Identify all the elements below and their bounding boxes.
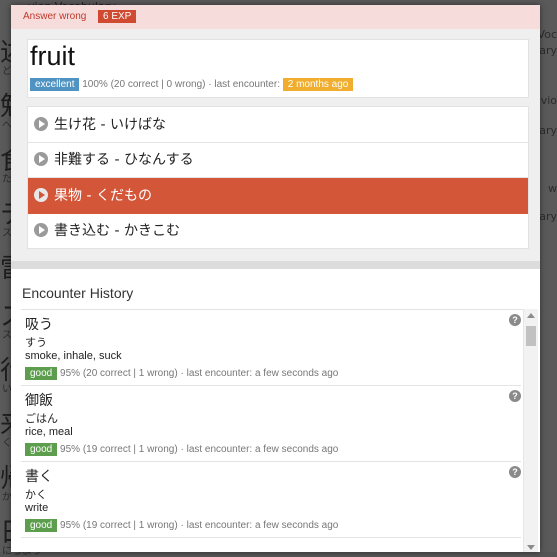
last-encounter-text: last encounter: a few seconds ago [186, 520, 339, 531]
answer-option[interactable]: 非難する - ひなんする [28, 142, 528, 178]
last-encounter-text: last encounter: a few seconds ago [186, 368, 339, 379]
entry-meaning: write [25, 502, 49, 514]
section-divider [11, 261, 540, 269]
exp-badge: 6 EXP [98, 10, 137, 23]
word-card: fruit excellent 100% (20 correct | 0 wro… [27, 39, 529, 98]
stats-text: 95% (20 correct | 1 wrong) [60, 368, 178, 379]
question-circle-icon[interactable]: ? [509, 390, 521, 402]
result-status: Answer wrong [23, 11, 87, 22]
answer-option-label: 書き込む - かきこむ [54, 223, 180, 239]
scroll-down-arrow-icon[interactable] [527, 545, 535, 550]
history-scrollbar[interactable] [523, 309, 538, 552]
mastery-badge: excellent [30, 78, 80, 91]
separator: · [180, 444, 184, 455]
play-circle-icon [34, 152, 48, 166]
scroll-thumb[interactable] [526, 326, 536, 346]
entry-stats: good 95% (20 correct | 1 wrong) · last e… [25, 367, 338, 380]
result-banner: Answer wrong 6 EXP [11, 5, 540, 29]
mastery-badge: good [25, 367, 58, 380]
entry-stats: good 95% (19 correct | 1 wrong) · last e… [25, 519, 338, 532]
stats-text: 100% (20 correct | 0 wrong) [82, 79, 206, 90]
question-panel: fruit excellent 100% (20 correct | 0 wro… [11, 29, 540, 261]
entry-kana: かく [25, 488, 47, 501]
entry-kanji: 御飯 [25, 393, 53, 409]
entry-kanji: 吸う [25, 317, 53, 333]
history-entry: 書く かく write good 95% (19 correct | 1 wro… [21, 462, 521, 538]
entry-stats: good 95% (19 correct | 1 wrong) · last e… [25, 443, 338, 456]
entry-kana: すう [25, 336, 47, 349]
answer-option-label: 果物 - くだもの [54, 188, 152, 204]
answer-option[interactable]: 生け花 - いけばな [28, 107, 528, 143]
separator: · [180, 368, 184, 379]
last-encounter-text: last encounter: a few seconds ago [186, 444, 339, 455]
history-entry: 吸う すう smoke, inhale, suck good 95% (20 c… [21, 310, 521, 386]
last-encounter-label: last encounter: [214, 79, 280, 90]
entry-meaning: smoke, inhale, suck [25, 350, 122, 362]
separator: · [208, 79, 212, 90]
entry-kanji: 書く [25, 469, 53, 485]
encounter-history-title: Encounter History [22, 285, 134, 301]
background-right-text: w [548, 182, 557, 195]
stats-text: 95% (19 correct | 1 wrong) [60, 520, 178, 531]
entry-kana: ごはん [25, 412, 58, 425]
play-circle-icon [34, 223, 48, 237]
scroll-up-arrow-icon[interactable] [527, 313, 535, 318]
question-circle-icon[interactable]: ? [509, 466, 521, 478]
mastery-badge: good [25, 519, 58, 532]
separator: · [180, 520, 184, 531]
stats-text: 95% (19 correct | 1 wrong) [60, 444, 178, 455]
answer-option-label: 生け花 - いけばな [54, 117, 166, 133]
review-modal: Answer wrong 6 EXP fruit excellent 100% … [11, 5, 540, 552]
background-right-text: Voc [537, 28, 557, 41]
answer-option[interactable]: 書き込む - かきこむ [28, 213, 528, 248]
word-title: fruit [30, 41, 76, 71]
answer-option-label: 非難する - ひなんする [54, 152, 194, 168]
history-entry: 御飯 ごはん rice, meal good 95% (19 correct |… [21, 386, 521, 462]
word-stats: excellent 100% (20 correct | 0 wrong) · … [30, 78, 354, 92]
play-circle-icon [34, 188, 48, 202]
mastery-badge: good [25, 443, 58, 456]
entry-meaning: rice, meal [25, 426, 73, 438]
encounter-history-list[interactable]: 吸う すう smoke, inhale, suck good 95% (20 c… [21, 309, 537, 552]
play-circle-icon [34, 117, 48, 131]
answer-option-selected[interactable]: 果物 - くだもの [28, 178, 528, 214]
last-encounter-badge: 2 months ago [282, 78, 354, 91]
background-right-text: ivio [537, 94, 557, 107]
answer-options: 生け花 - いけばな 非難する - ひなんする 果物 - くだもの 書き込む -… [27, 106, 529, 249]
question-circle-icon[interactable]: ? [509, 314, 521, 326]
